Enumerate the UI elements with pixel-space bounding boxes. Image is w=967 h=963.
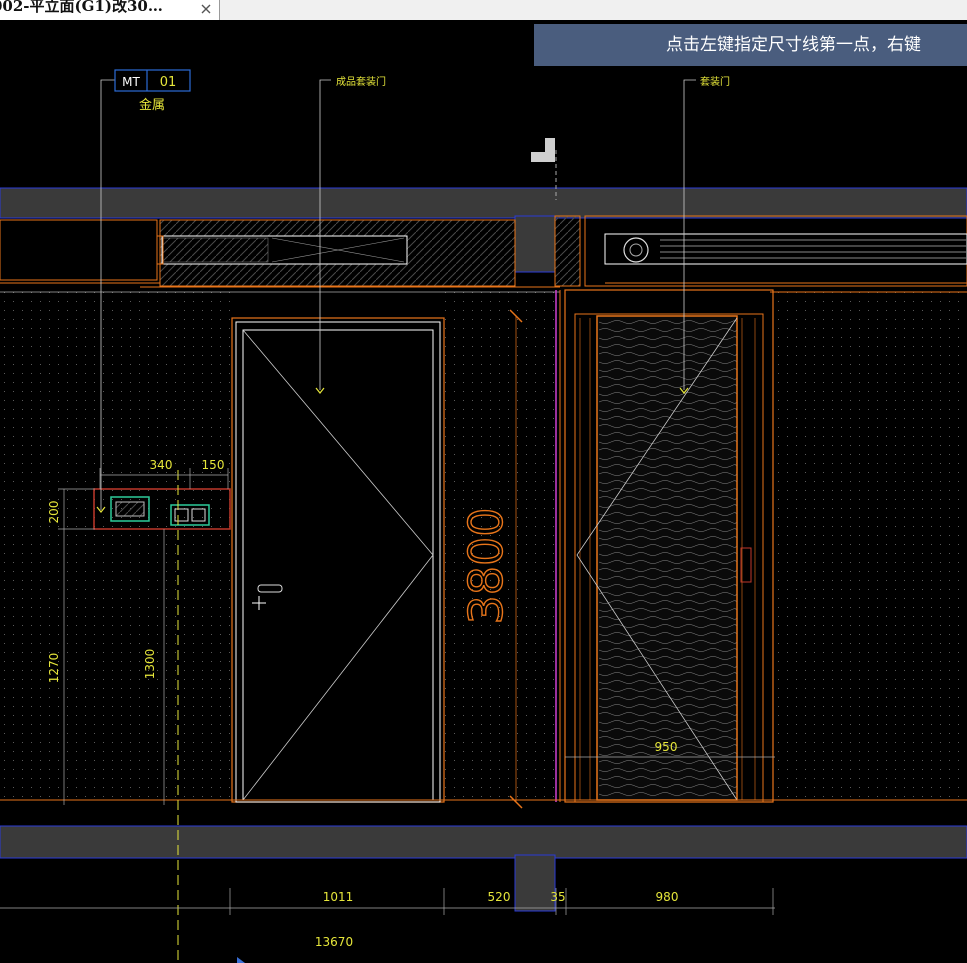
dim-1011: 1011 [323, 890, 354, 904]
ceiling-fan-icon [623, 237, 649, 263]
door-right [564, 289, 774, 803]
material-number: 01 [160, 75, 177, 90]
close-tab-button[interactable] [198, 0, 214, 20]
door-label-right: 套装门 [700, 75, 730, 88]
floor-beam [0, 799, 967, 912]
dim-980: 980 [656, 890, 679, 904]
ceiling-zone-right [554, 215, 967, 287]
dim-150: 150 [202, 458, 225, 472]
corner-marker [531, 138, 555, 162]
dim-520: 520 [488, 890, 511, 904]
dim-35: 35 [550, 890, 565, 904]
door-handle-icon [257, 584, 283, 593]
material-code: MT [122, 75, 140, 89]
material-tag: MT 01 金属 [114, 69, 191, 113]
material-name: 金属 [139, 97, 165, 113]
dim-950: 950 [655, 740, 678, 754]
door-label-left: 成品套装门 [336, 75, 386, 88]
dim-door-height: 3800 [459, 507, 513, 624]
dim-1300: 1300 [143, 649, 157, 680]
dim-1270: 1270 [47, 653, 61, 684]
door-left [231, 317, 445, 803]
cursor-arrow-icon [237, 957, 245, 963]
dim-13670: 13670 [315, 935, 353, 949]
command-hint-text: 点击左键指定尺寸线第一点，右键 [666, 35, 921, 55]
command-hint-tooltip: 点击左键指定尺寸线第一点，右键 [534, 24, 967, 66]
document-tab[interactable]: 002-平立面(G1)改30… [0, 0, 220, 20]
wall-panel-right [770, 291, 967, 800]
dim-340: 340 [150, 458, 173, 472]
door-lock-icon [740, 547, 752, 583]
tab-bar: 002-平立面(G1)改30… [0, 0, 967, 20]
close-icon [201, 4, 211, 14]
dim-200: 200 [47, 501, 61, 524]
ceiling-zone-left [0, 219, 560, 288]
cad-drawing-canvas[interactable]: MT 01 金属 成品套装门 套装门 340 150 200 1270 1300… [0, 20, 967, 963]
tab-title: 002-平立面(G1)改30… [0, 0, 163, 15]
crosshair-cursor-icon [252, 596, 266, 610]
